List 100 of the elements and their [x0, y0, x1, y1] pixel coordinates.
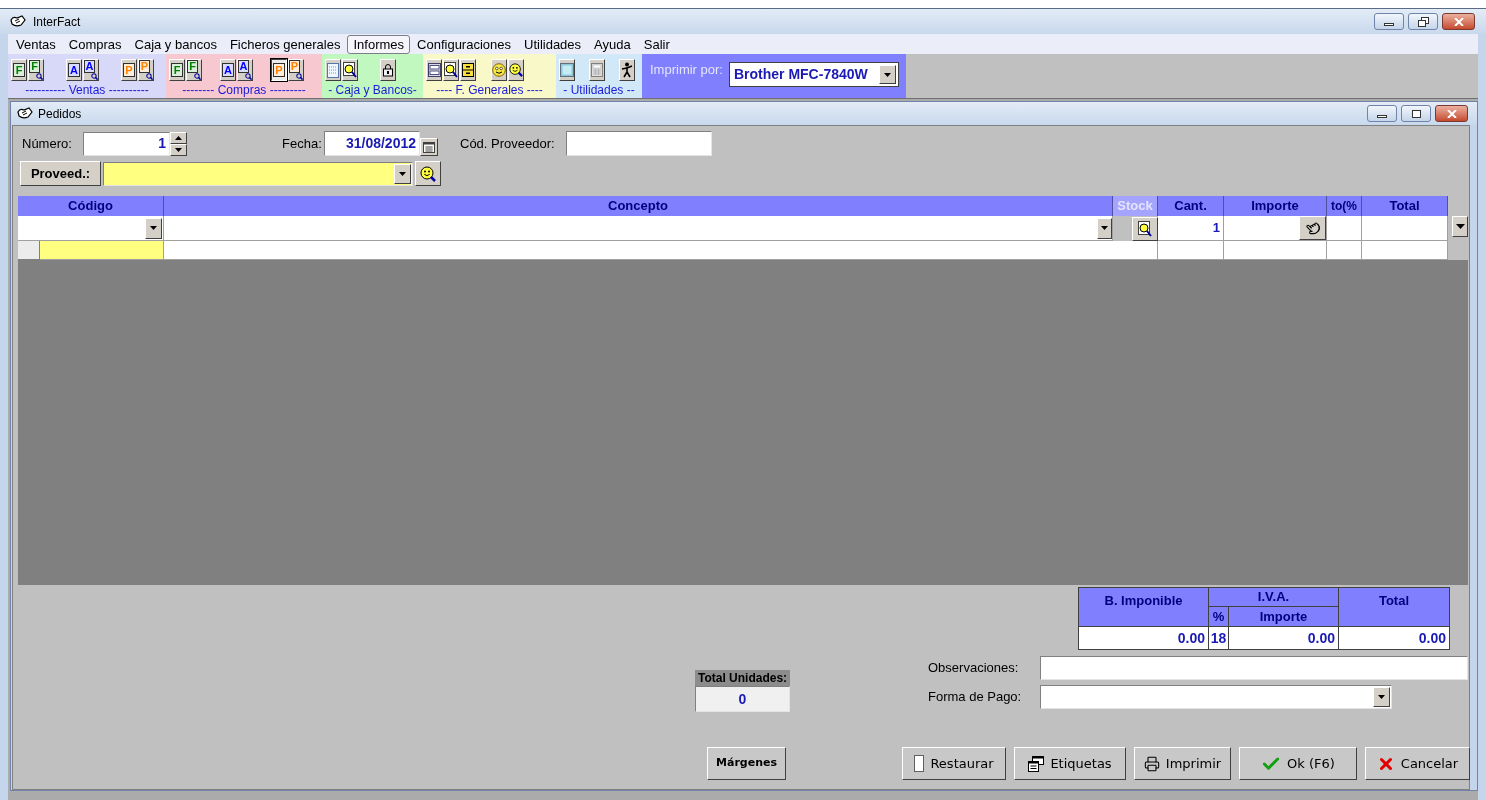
windows-icon	[1028, 755, 1045, 772]
toolbar-button[interactable]: A	[83, 59, 99, 81]
smiley-magnifier-icon	[420, 165, 436, 182]
date-field[interactable]: 31/08/2012	[324, 131, 420, 156]
action-button[interactable]: Márgenes	[707, 747, 786, 780]
dropdown-button[interactable]	[394, 163, 411, 184]
column-header: Total	[1339, 588, 1449, 626]
combo-field[interactable]	[1040, 685, 1392, 709]
column-header: Código	[18, 196, 164, 216]
magnifier-icon	[245, 73, 252, 80]
toolbar-button[interactable]: A	[66, 59, 82, 81]
menu-item[interactable]: Salir	[637, 34, 676, 54]
menu-item[interactable]: Compras	[62, 34, 128, 54]
table-cell	[1158, 241, 1224, 260]
number-field[interactable]: 1	[83, 131, 170, 156]
dropdown-button[interactable]	[1452, 216, 1468, 237]
action-button[interactable]: Etiquetas	[1014, 747, 1126, 780]
magnifier-icon	[146, 73, 153, 80]
toolbar-button[interactable]	[342, 59, 358, 81]
spin-up-button[interactable]	[170, 131, 187, 144]
dropdown-button[interactable]	[1097, 217, 1112, 239]
action-button[interactable]: Restaurar	[902, 747, 1006, 780]
menu-item[interactable]: Utilidades	[518, 34, 588, 54]
magnifier-icon	[194, 73, 201, 80]
magnifier-icon	[444, 62, 458, 78]
toolbar-group-label: -------- Compras ---------	[182, 83, 306, 97]
magnifier-icon	[91, 73, 98, 80]
page-icon	[914, 755, 925, 772]
supplier-button[interactable]: Proveed.:	[20, 161, 101, 186]
toolbar-button[interactable]	[325, 59, 341, 81]
close-button[interactable]	[1442, 13, 1475, 30]
magnifier-icon	[1138, 220, 1152, 237]
pointer-button[interactable]	[1299, 216, 1326, 240]
column-header: Concepto	[164, 196, 1113, 216]
caret-icon	[1101, 226, 1108, 230]
action-button[interactable]: Imprimir	[1134, 747, 1231, 780]
toolbar-button[interactable]: F	[11, 59, 27, 81]
caret-icon	[1455, 224, 1465, 229]
dropdown-button[interactable]	[1373, 687, 1390, 707]
toolbar-button[interactable]	[619, 59, 635, 81]
combo-field[interactable]	[18, 216, 164, 241]
action-button[interactable]: Cancelar	[1365, 747, 1470, 780]
table-cell-text: 0.00	[1306, 628, 1336, 648]
value-field: 0	[695, 686, 790, 712]
menu-item[interactable]: Informes	[347, 34, 411, 54]
combo-field[interactable]	[103, 161, 413, 186]
field-label: Imprimir por:	[650, 62, 723, 78]
toolbar-button[interactable]: F	[186, 59, 202, 81]
input-field[interactable]	[1040, 656, 1468, 680]
caret-icon	[1378, 695, 1385, 699]
combo-field[interactable]	[164, 216, 1113, 241]
toolbar-button[interactable]	[460, 59, 476, 81]
caret-icon	[150, 226, 157, 230]
caret-icon	[883, 72, 891, 77]
field-label: Fecha:	[282, 134, 323, 153]
app-logo-icon	[17, 107, 33, 120]
dropdown-button[interactable]	[878, 65, 896, 84]
restore-button[interactable]	[1408, 13, 1438, 30]
column-header: Stock	[1113, 196, 1158, 216]
column-header: B. Imponible	[1079, 588, 1208, 626]
maximize-button[interactable]	[1401, 105, 1431, 122]
minimize-button[interactable]	[1367, 105, 1397, 122]
toolbar-button[interactable]	[589, 59, 605, 81]
column-header: Importe	[1224, 196, 1327, 216]
toolbar-button[interactable]: F	[169, 59, 185, 81]
person-icon	[620, 62, 634, 78]
toolbar-button[interactable]	[380, 59, 396, 81]
caret-icon	[399, 171, 406, 176]
calendar-button[interactable]	[420, 138, 438, 156]
close-button[interactable]	[1435, 105, 1468, 122]
notepad-icon	[327, 62, 339, 78]
toolbar-button[interactable]: A	[220, 59, 236, 81]
action-button[interactable]: Ok (F6)	[1239, 747, 1357, 780]
input-field[interactable]	[566, 131, 712, 156]
menu-item[interactable]: Caja y bancos	[128, 34, 223, 54]
minimize-icon	[1377, 115, 1387, 118]
row-selector[interactable]	[18, 241, 40, 260]
toolbar-button[interactable]	[426, 59, 442, 81]
toolbar-button[interactable]	[491, 59, 507, 81]
caret-icon	[175, 147, 182, 152]
smiley-magnifier-icon	[509, 62, 523, 78]
toolbar-button[interactable]: A	[237, 59, 253, 81]
menu-item[interactable]: Ficheros generales	[223, 34, 347, 54]
minimize-button[interactable]	[1374, 13, 1404, 30]
dropdown-button[interactable]	[145, 217, 162, 239]
toolbar-button[interactable]: F	[28, 59, 44, 81]
search-button[interactable]	[1132, 216, 1158, 241]
menu-item[interactable]: Ventas	[10, 34, 62, 54]
toolbar-group-label: ---------- Ventas ----------	[25, 83, 149, 97]
toolbar-button[interactable]	[559, 59, 575, 81]
column-header: to(%	[1327, 196, 1362, 216]
toolbar-button[interactable]	[508, 59, 524, 81]
search-button[interactable]	[415, 161, 441, 186]
menu-item[interactable]: Ayuda	[588, 34, 637, 54]
printer-select[interactable]: Brother MFC-7840W	[728, 62, 899, 87]
toolbar-button[interactable]	[443, 59, 459, 81]
tile-icon	[560, 63, 574, 77]
calculator-icon	[591, 63, 603, 77]
menu-item[interactable]: Configuraciones	[411, 34, 517, 54]
restore-icon	[1417, 16, 1429, 27]
